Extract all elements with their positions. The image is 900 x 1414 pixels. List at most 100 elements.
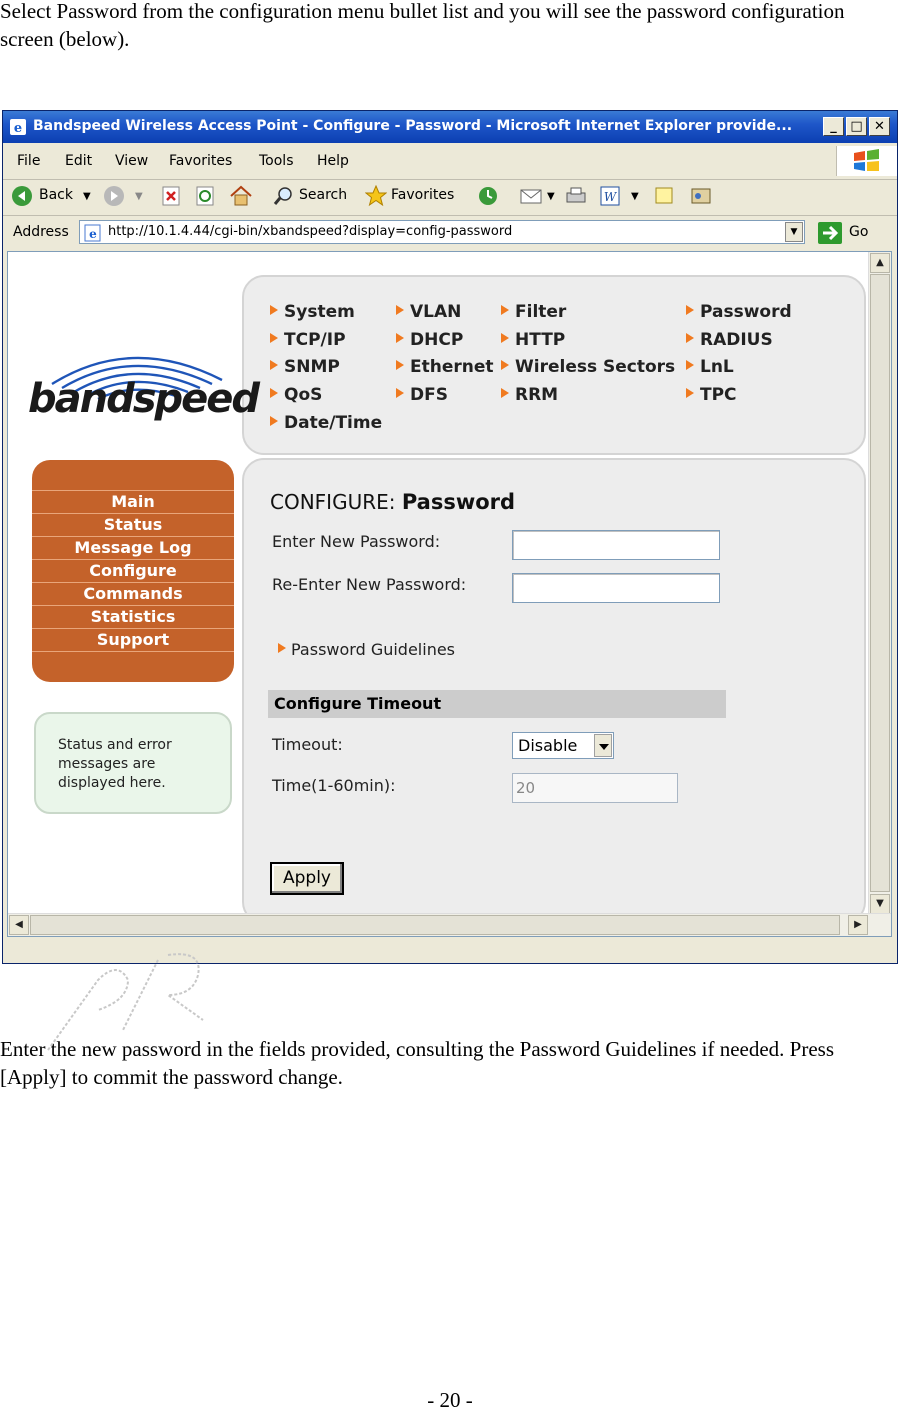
- svg-text:W: W: [604, 190, 618, 204]
- edit-dropdown-icon[interactable]: ▼: [631, 191, 639, 202]
- nav-tcpip[interactable]: TCP/IP: [270, 330, 346, 350]
- back-dropdown-icon[interactable]: ▼: [83, 191, 91, 202]
- scroll-thumb[interactable]: [870, 274, 890, 892]
- reenter-password-input[interactable]: [512, 573, 720, 603]
- nav-http[interactable]: HTTP: [501, 330, 565, 350]
- forward-dropdown-icon[interactable]: ▼: [135, 191, 143, 202]
- bullet-arrow-icon: [270, 333, 278, 343]
- new-password-input[interactable]: [512, 530, 720, 560]
- nav-dfs[interactable]: DFS: [396, 385, 448, 405]
- scroll-down-icon[interactable]: ▼: [870, 894, 890, 914]
- nav-password[interactable]: Password: [686, 302, 792, 322]
- time-minutes-input[interactable]: 20: [512, 773, 678, 803]
- menu-message-log[interactable]: Message Log: [32, 536, 234, 558]
- nav-filter[interactable]: Filter: [501, 302, 566, 322]
- menu-status[interactable]: Status: [32, 513, 234, 535]
- discuss-icon[interactable]: [653, 185, 675, 207]
- status-message: Status and error messages are displayed …: [58, 737, 172, 791]
- chevron-down-icon[interactable]: [594, 734, 612, 757]
- svg-text:e: e: [14, 121, 22, 136]
- go-arrow-icon[interactable]: [817, 221, 843, 245]
- maximize-button[interactable]: □: [846, 117, 867, 136]
- page-icon: e: [84, 224, 101, 242]
- address-value: http://10.1.4.44/cgi-bin/xbandspeed?disp…: [108, 224, 513, 239]
- logo-wordmark: bandspeed: [28, 376, 260, 422]
- timeout-section-header: Configure Timeout: [268, 690, 726, 718]
- nav-wireless-sectors[interactable]: Wireless Sectors: [501, 357, 675, 377]
- apply-button[interactable]: Apply: [270, 862, 344, 895]
- history-icon[interactable]: [477, 185, 499, 207]
- nav-rrm[interactable]: RRM: [501, 385, 558, 405]
- bullet-arrow-icon: [501, 360, 509, 370]
- menu-support[interactable]: Support: [32, 628, 234, 650]
- address-dropdown-icon[interactable]: ▼: [785, 222, 803, 242]
- nav-system[interactable]: System: [270, 302, 355, 322]
- time-minutes-value: 20: [516, 779, 536, 797]
- bullet-arrow-icon: [686, 333, 694, 343]
- menu-tools[interactable]: Tools: [259, 153, 294, 169]
- favorites-button[interactable]: Favorites: [391, 187, 454, 203]
- search-icon[interactable]: [273, 185, 295, 207]
- nav-radius[interactable]: RADIUS: [686, 330, 773, 350]
- back-arrow-icon[interactable]: [11, 185, 33, 207]
- stop-icon[interactable]: [161, 186, 181, 206]
- password-config-panel: CONFIGURE: Password Enter New Password: …: [242, 458, 866, 924]
- timeout-selected-value: Disable: [518, 736, 578, 755]
- bullet-arrow-icon: [270, 305, 278, 315]
- menu-view[interactable]: View: [115, 153, 148, 169]
- address-bar: Address e http://10.1.4.44/cgi-bin/xband…: [3, 215, 897, 249]
- favorites-star-icon[interactable]: [365, 185, 387, 207]
- time-minutes-label: Time(1-60min):: [272, 776, 396, 795]
- edit-word-icon[interactable]: W: [599, 185, 621, 207]
- menu-commands[interactable]: Commands: [32, 582, 234, 604]
- search-button[interactable]: Search: [299, 187, 347, 203]
- home-icon[interactable]: [229, 185, 253, 207]
- hscroll-thumb[interactable]: [30, 915, 840, 935]
- menu-file[interactable]: File: [17, 153, 40, 169]
- menu-divider: [32, 651, 234, 653]
- password-guidelines-link[interactable]: Password Guidelines: [278, 640, 455, 659]
- nav-dhcp[interactable]: DHCP: [396, 330, 463, 350]
- nav-ethernet[interactable]: Ethernet: [396, 357, 494, 377]
- messenger-icon[interactable]: [689, 185, 713, 207]
- bullet-arrow-icon: [396, 388, 404, 398]
- bullet-arrow-icon: [270, 360, 278, 370]
- menu-statistics[interactable]: Statistics: [32, 605, 234, 627]
- instruction-paragraph: Enter the new password in the fields pro…: [0, 1037, 835, 1089]
- menu-configure[interactable]: Configure: [32, 559, 234, 581]
- mail-dropdown-icon[interactable]: ▼: [547, 191, 555, 202]
- toolbar: Back ▼ ▼ Search Favorites ▼ W ▼: [3, 179, 897, 216]
- scroll-up-icon[interactable]: ▲: [870, 253, 890, 273]
- scroll-left-icon[interactable]: ◀: [9, 915, 29, 935]
- vertical-scrollbar[interactable]: ▲ ▼: [868, 252, 891, 936]
- address-input[interactable]: e http://10.1.4.44/cgi-bin/xbandspeed?di…: [79, 220, 805, 244]
- close-button[interactable]: ✕: [869, 117, 890, 136]
- nav-vlan[interactable]: VLAN: [396, 302, 461, 322]
- nav-date-time[interactable]: Date/Time: [270, 413, 382, 433]
- minimize-button[interactable]: _: [823, 117, 844, 136]
- windows-flag-icon: [836, 146, 897, 176]
- print-icon[interactable]: [565, 185, 587, 207]
- nav-snmp[interactable]: SNMP: [270, 357, 340, 377]
- menu-help[interactable]: Help: [317, 153, 349, 169]
- menu-edit[interactable]: Edit: [65, 153, 92, 169]
- bullet-arrow-icon: [501, 305, 509, 315]
- go-button[interactable]: Go: [849, 224, 868, 240]
- horizontal-scrollbar[interactable]: ◀ ▶: [8, 913, 891, 936]
- bullet-arrow-icon: [270, 416, 278, 426]
- back-button[interactable]: Back: [39, 187, 73, 203]
- refresh-icon[interactable]: [195, 186, 215, 206]
- nav-lnl[interactable]: LnL: [686, 357, 734, 377]
- timeout-label: Timeout:: [272, 735, 343, 754]
- menu-favorites[interactable]: Favorites: [169, 153, 232, 169]
- mail-icon[interactable]: [519, 185, 543, 207]
- scroll-right-icon[interactable]: ▶: [848, 915, 868, 935]
- svg-text:e: e: [89, 227, 97, 241]
- menu-main[interactable]: Main: [32, 490, 234, 512]
- timeout-select[interactable]: Disable: [512, 732, 614, 759]
- nav-tpc[interactable]: TPC: [686, 385, 737, 405]
- main-menu-panel: Main Status Message Log Configure Comman…: [32, 460, 234, 682]
- forward-arrow-icon[interactable]: [103, 185, 125, 207]
- nav-qos[interactable]: QoS: [270, 385, 322, 405]
- title-bar[interactable]: e Bandspeed Wireless Access Point - Conf…: [3, 111, 897, 143]
